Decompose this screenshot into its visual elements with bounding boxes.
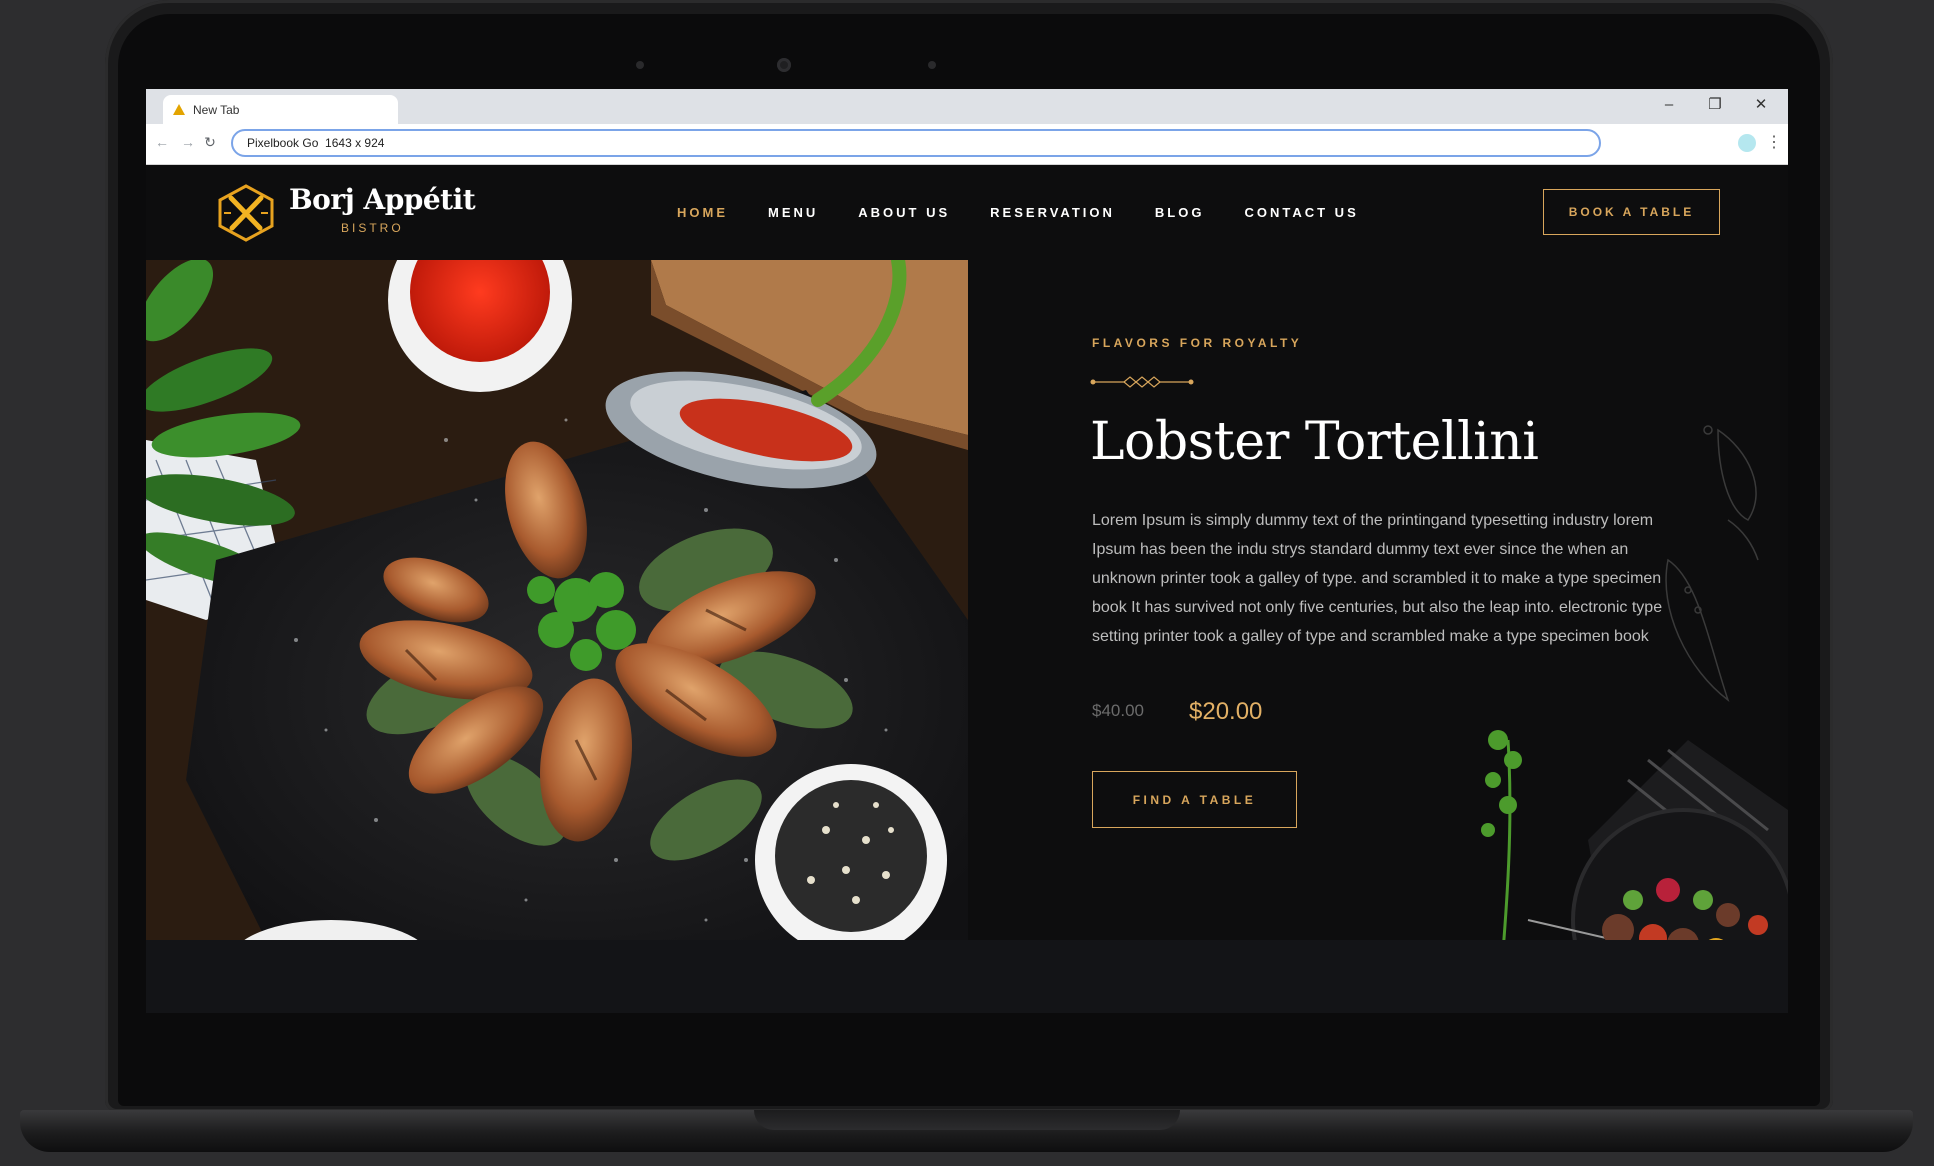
kebab-plate-image	[1481, 730, 1788, 940]
close-button[interactable]: ✕	[1738, 89, 1784, 119]
nav-item-blog[interactable]: BLOG	[1155, 205, 1205, 220]
laptop-notch	[754, 1110, 1180, 1130]
hero-food-image	[146, 260, 968, 940]
brand-name[interactable]: Borj Appétit	[289, 183, 476, 216]
logo-icon[interactable]	[216, 184, 276, 242]
nav-item-reservation[interactable]: RESERVATION	[990, 205, 1115, 220]
sensor-dot	[636, 61, 644, 69]
sensor-dot	[928, 61, 936, 69]
brand-tagline: BISTRO	[341, 221, 404, 235]
find-a-table-button[interactable]: FIND A TABLE	[1092, 771, 1297, 828]
screen: New Tab – ❐ ✕ ← → ↻ Pixelbook Go 1643 x …	[146, 89, 1788, 1013]
browser-toolbar: ← → ↻ Pixelbook Go 1643 x 924 ⋮	[146, 124, 1788, 165]
minimize-button[interactable]: –	[1646, 89, 1692, 119]
back-button[interactable]: ←	[152, 134, 172, 150]
ornament-divider	[1090, 376, 1194, 388]
hero-eyebrow: FLAVORS FOR ROYALTY	[1092, 336, 1303, 350]
profile-avatar[interactable]	[1738, 134, 1756, 152]
browser-menu-button[interactable]: ⋮	[1766, 132, 1782, 152]
forward-button[interactable]: →	[178, 134, 198, 150]
warning-icon	[173, 104, 185, 115]
nav-item-contact-us[interactable]: CONTACT US	[1244, 205, 1358, 220]
tab-title: New Tab	[193, 102, 240, 117]
nav-item-about-us[interactable]: ABOUT US	[858, 205, 950, 220]
hero-title: Lobster Tortellini	[1090, 412, 1539, 472]
address-text: Pixelbook Go 1643 x 924	[247, 136, 385, 150]
old-price: $40.00	[1092, 701, 1144, 720]
main-nav: HOME MENU ABOUT US RESERVATION BLOG CONT…	[677, 165, 1359, 260]
webcam	[777, 58, 791, 72]
browser-tab[interactable]: New Tab	[163, 95, 398, 124]
grilled-wings-illustration	[146, 260, 968, 940]
maximize-button[interactable]: ❐	[1692, 89, 1738, 119]
address-bar[interactable]: Pixelbook Go 1643 x 924	[231, 129, 1601, 157]
current-price: $20.00	[1189, 698, 1263, 725]
hero-description: Lorem Ipsum is simply dummy text of the …	[1092, 512, 1663, 645]
browser-tab-bar: New Tab – ❐ ✕	[146, 89, 1788, 124]
nav-item-home[interactable]: HOME	[677, 205, 728, 220]
site-header: Borj Appétit BISTRO HOME MENU ABOUT US R…	[146, 165, 1788, 260]
nav-item-menu[interactable]: MENU	[768, 205, 818, 220]
hero-content: FLAVORS FOR ROYALTY Lobster Tortellini L…	[968, 260, 1788, 940]
next-section-strip	[146, 940, 1788, 1013]
book-a-table-button[interactable]: BOOK A TABLE	[1543, 189, 1720, 235]
reload-button[interactable]: ↻	[200, 134, 220, 151]
